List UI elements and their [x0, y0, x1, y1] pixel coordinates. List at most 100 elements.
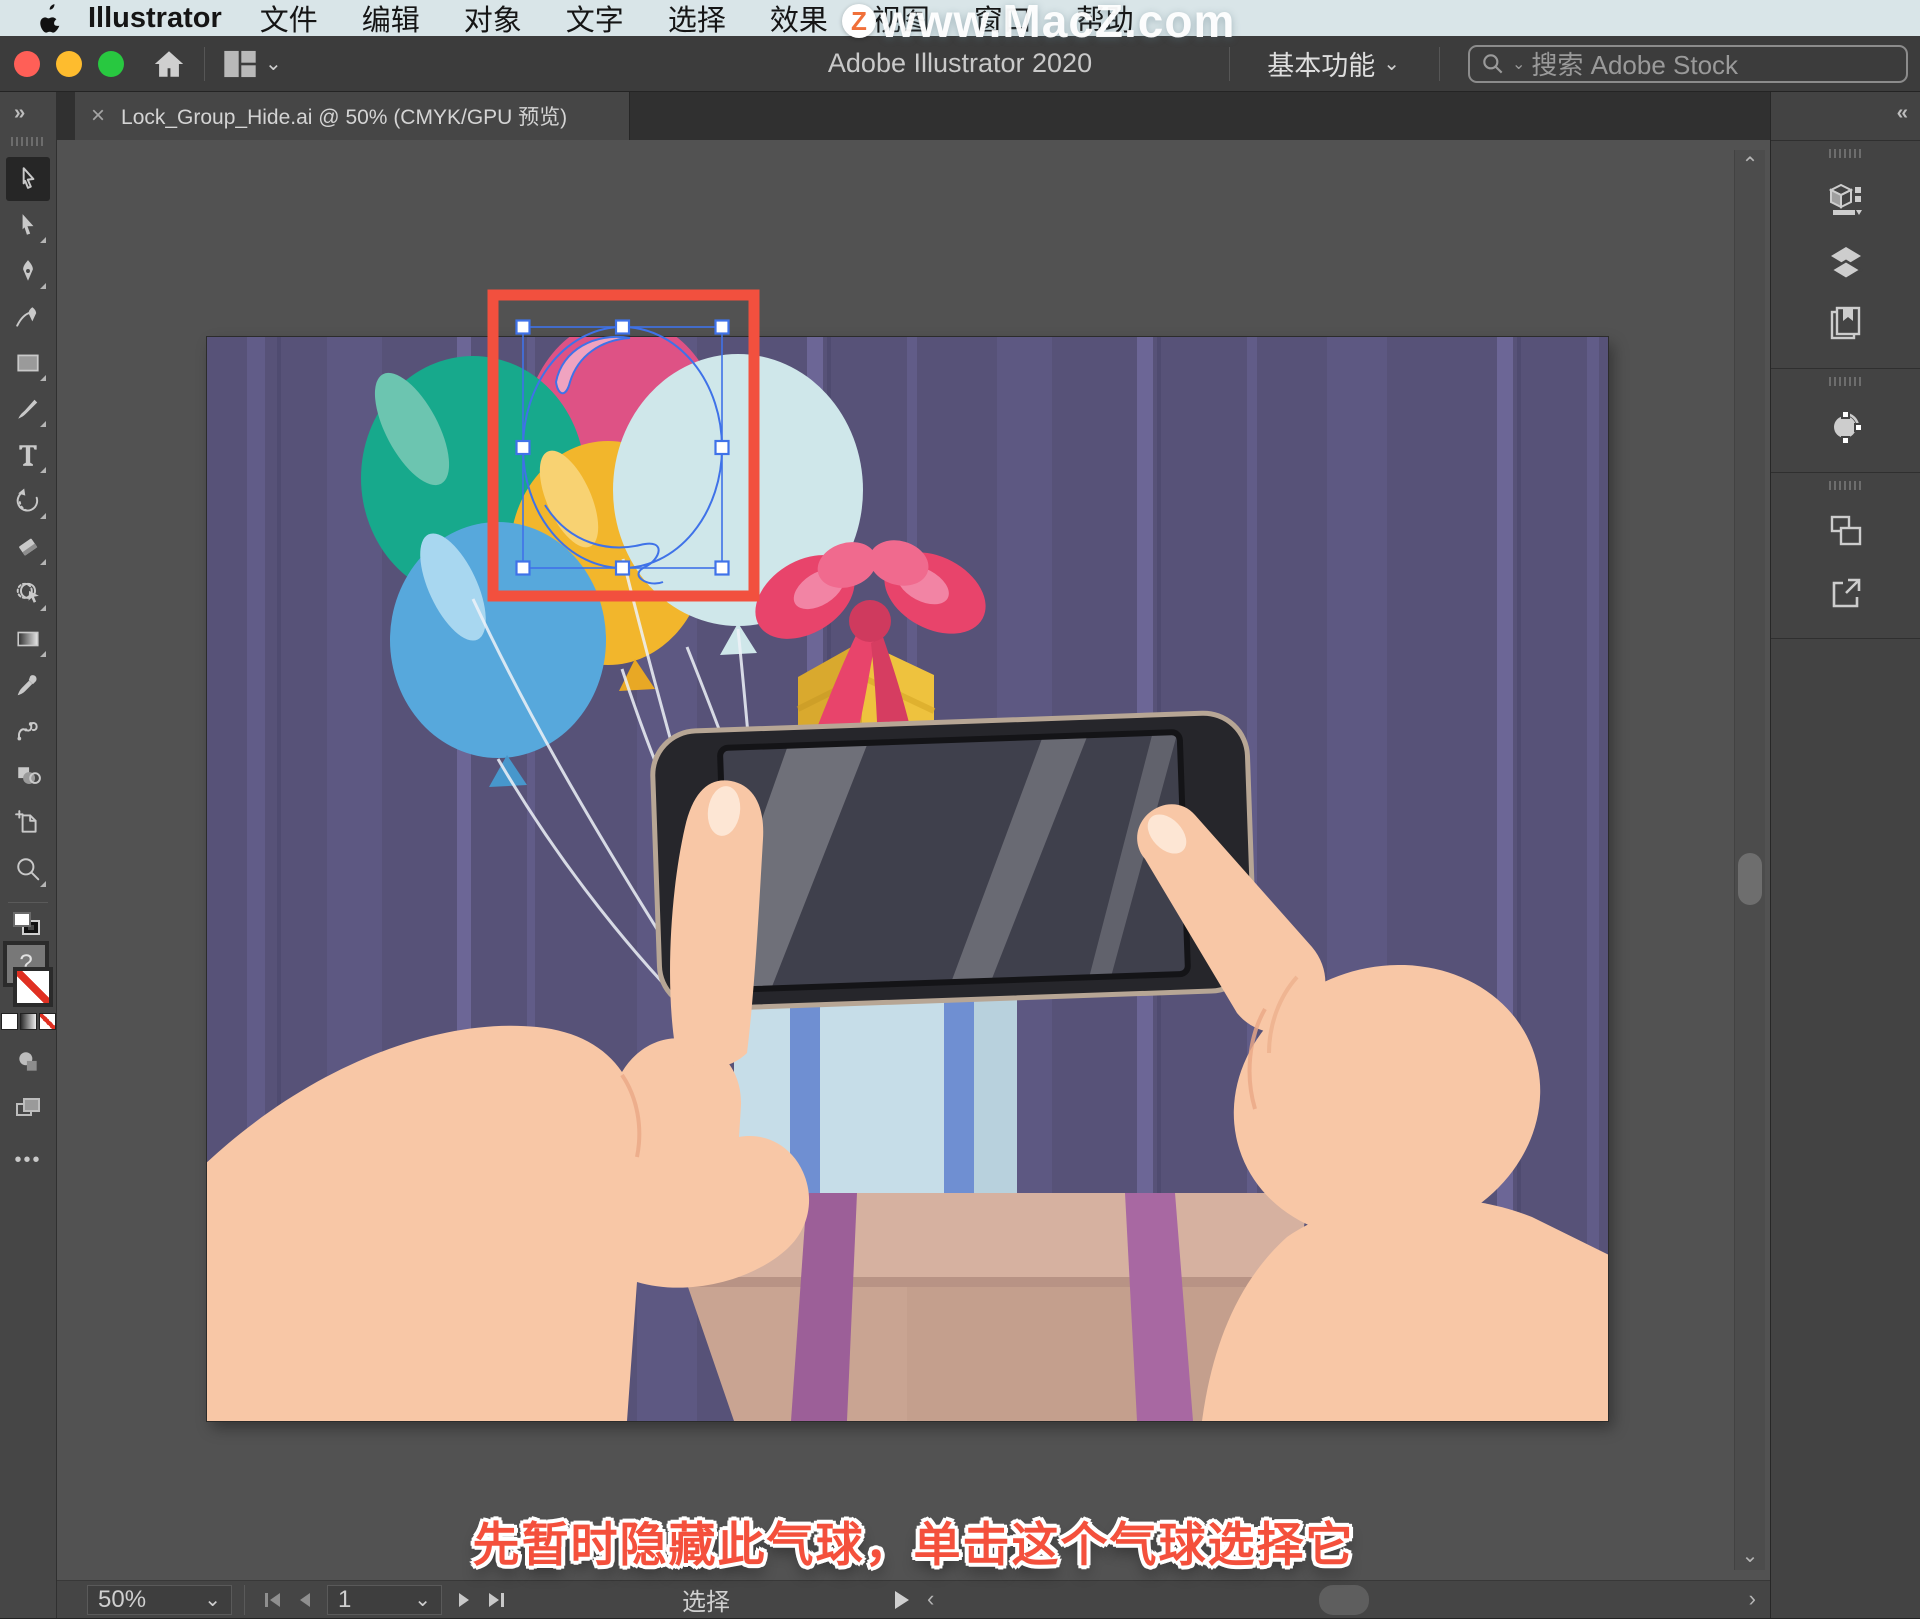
properties-panel-button[interactable] — [1823, 176, 1869, 222]
tool-shape-builder[interactable] — [6, 755, 50, 799]
stroke-none-swatch[interactable] — [13, 967, 53, 1007]
selection-overlay — [480, 280, 800, 620]
shape-properties-panel-button[interactable] — [1823, 404, 1869, 450]
tool-eyedropper[interactable] — [6, 663, 50, 707]
gradient-icon — [15, 626, 41, 652]
panel-grip-handle[interactable] — [1829, 481, 1863, 490]
shape-builder-icon — [15, 764, 41, 790]
menu-select[interactable]: 选择 — [668, 0, 726, 39]
menu-type[interactable]: 文字 — [566, 0, 624, 39]
status-display[interactable]: 选择 — [682, 1582, 730, 1617]
tool-selection[interactable] — [6, 157, 50, 201]
first-artboard-icon[interactable] — [262, 1589, 284, 1611]
close-window-button[interactable] — [14, 51, 40, 77]
status-bar: 50% ⌄ 1 ⌄ 选择 ‹ › — [57, 1580, 1770, 1618]
tool-gradient[interactable] — [6, 617, 50, 661]
arrange-documents-icon[interactable] — [223, 49, 257, 79]
tools-panel: ›› — [0, 92, 57, 1618]
zoom-level-select[interactable]: 50% ⌄ — [87, 1585, 232, 1615]
titlebar-divider — [1439, 47, 1440, 81]
artboard-number-field[interactable]: 1 ⌄ — [327, 1585, 442, 1615]
menu-window[interactable]: 窗口 — [974, 0, 1032, 39]
next-artboard-icon[interactable] — [453, 1589, 475, 1611]
direct-selection-arrow-icon — [15, 212, 41, 238]
tool-eraser[interactable] — [6, 525, 50, 569]
last-artboard-icon[interactable] — [485, 1589, 507, 1611]
tool-direct-selection[interactable] — [6, 203, 50, 247]
color-swatch-gradient[interactable] — [20, 1013, 37, 1030]
type-icon — [15, 442, 41, 468]
selected-path-outline[interactable] — [523, 327, 722, 568]
color-swatch-white[interactable] — [1, 1013, 18, 1030]
scroll-up-icon[interactable]: ⌃ — [1735, 152, 1765, 177]
layers-panel-button[interactable] — [1823, 238, 1869, 284]
rectangle-icon — [15, 350, 41, 376]
artboard[interactable] — [207, 337, 1608, 1421]
chevron-down-icon: ⌄ — [1383, 51, 1400, 76]
menu-effect[interactable]: 效果 — [770, 0, 828, 39]
tools-grip-handle[interactable] — [11, 137, 45, 146]
export-panel-button[interactable] — [1823, 570, 1869, 616]
expand-tools-button[interactable]: ›› — [0, 92, 23, 129]
tool-paintbrush[interactable] — [6, 387, 50, 431]
export-icon — [1829, 576, 1863, 610]
libraries-panel-button[interactable] — [1823, 300, 1869, 346]
libraries-icon — [1829, 306, 1863, 340]
fill-stroke-indicator[interactable]: ? — [3, 941, 53, 1007]
horizontal-scrollbar[interactable]: ‹ › — [919, 1581, 1770, 1619]
tool-artboard[interactable] — [6, 801, 50, 845]
chevron-down-icon: ⌄ — [414, 1587, 431, 1612]
swap-fill-stroke-icon[interactable] — [11, 911, 45, 939]
panel-grip-handle[interactable] — [1829, 377, 1863, 386]
document-tab[interactable]: × Lock_Group_Hide.ai @ 50% (CMYK/GPU 预览) — [75, 92, 630, 140]
statusbar-divider — [244, 1585, 245, 1615]
artboards-panel-button[interactable] — [1823, 508, 1869, 554]
menu-edit[interactable]: 编辑 — [362, 0, 420, 39]
more-options-button[interactable]: ••• — [14, 1149, 41, 1172]
shape-properties-icon — [1829, 410, 1863, 444]
vertical-scrollbar-thumb[interactable] — [1738, 853, 1762, 905]
previous-artboard-icon[interactable] — [294, 1589, 316, 1611]
panel-grip-handle[interactable] — [1829, 149, 1863, 158]
zoom-magnifier-icon — [15, 856, 41, 882]
minimize-window-button[interactable] — [56, 51, 82, 77]
color-swatch-none[interactable] — [39, 1013, 56, 1030]
scroll-left-icon[interactable]: ‹ — [927, 1586, 934, 1612]
artboards-icon — [1829, 514, 1863, 548]
draw-modes-button[interactable] — [6, 1040, 50, 1084]
tool-rotate[interactable] — [6, 479, 50, 523]
tool-shaper[interactable] — [6, 571, 50, 615]
adobe-stock-search-input[interactable]: ⌄ 搜索 Adobe Stock — [1468, 45, 1908, 83]
search-placeholder: 搜索 Adobe Stock — [1531, 45, 1738, 82]
document-canvas[interactable]: ⌃ ⌄ — [57, 140, 1770, 1580]
rotate-icon — [15, 488, 41, 514]
selection-arrow-icon — [15, 166, 41, 192]
apple-icon[interactable] — [38, 3, 64, 33]
tool-pen[interactable] — [6, 249, 50, 293]
tool-zoom[interactable] — [6, 847, 50, 891]
home-icon[interactable] — [152, 47, 186, 81]
menu-help[interactable]: 帮助 — [1076, 0, 1134, 39]
tutorial-caption: 先暂时隐藏此气球，单击这个气球选择它 — [57, 1506, 1770, 1575]
workspace-switcher[interactable]: 基本功能 ⌄ — [1267, 44, 1400, 83]
tool-rectangle[interactable] — [6, 341, 50, 385]
close-tab-icon[interactable]: × — [91, 104, 105, 128]
selection-handles[interactable] — [517, 321, 729, 575]
paintbrush-icon — [15, 396, 41, 422]
menu-object[interactable]: 对象 — [464, 0, 522, 39]
zoom-window-button[interactable] — [98, 51, 124, 77]
menu-file[interactable]: 文件 — [260, 0, 318, 39]
status-options-icon[interactable] — [895, 1591, 909, 1609]
collapse-panels-button[interactable]: ‹‹ — [1897, 102, 1906, 125]
chevron-down-icon[interactable]: ⌄ — [265, 51, 282, 76]
menu-view[interactable]: 视图 — [872, 0, 930, 39]
menu-app-name[interactable]: Illustrator — [88, 2, 222, 35]
horizontal-scrollbar-thumb[interactable] — [1319, 1585, 1369, 1615]
vertical-scrollbar[interactable]: ⌃ ⌄ — [1734, 150, 1765, 1570]
panel-dock: ‹‹ — [1770, 92, 1920, 1618]
tool-type[interactable] — [6, 433, 50, 477]
scroll-right-icon[interactable]: › — [1749, 1586, 1756, 1612]
screen-mode-button[interactable] — [6, 1086, 50, 1130]
tool-puppet-warp[interactable] — [6, 709, 50, 753]
tool-curvature[interactable] — [6, 295, 50, 339]
